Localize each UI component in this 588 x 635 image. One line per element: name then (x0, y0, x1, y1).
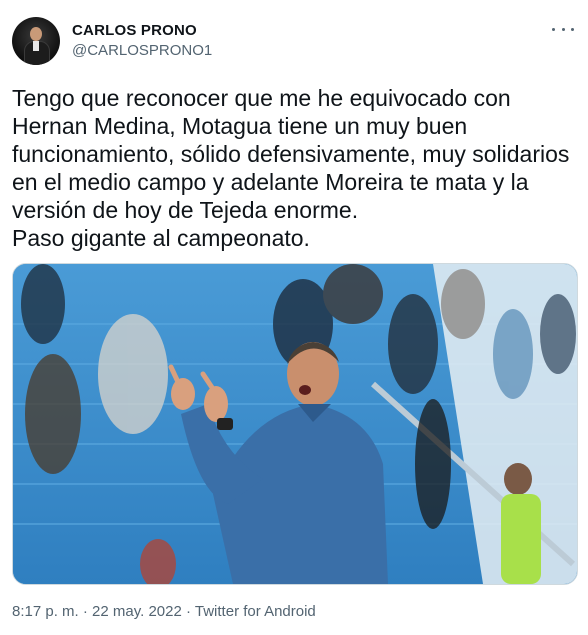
tweet-date[interactable]: 22 may. 2022 (92, 603, 182, 620)
avatar-figure-head (30, 27, 42, 41)
tweet-metadata: 8:17 p. m. · 22 may. 2022 · Twitter for … (12, 603, 316, 621)
avatar[interactable] (12, 17, 60, 65)
meta-separator: · (78, 603, 93, 620)
tweet-header: CARLOS PRONO @CARLOSPRONO1 (12, 17, 578, 67)
more-horizontal-icon[interactable] (552, 21, 574, 37)
tweet-text: Tengo que reconocer que me he equivocado… (12, 85, 570, 251)
tweet-time[interactable]: 8:17 p. m. (12, 603, 79, 620)
tweet-card: CARLOS PRONO @CARLOSPRONO1 Tengo que rec… (0, 0, 588, 635)
more-dot (561, 27, 565, 31)
tweet-photo[interactable] (12, 263, 578, 585)
meta-separator: · (181, 603, 195, 620)
display-name[interactable]: CARLOS PRONO (72, 22, 212, 40)
author-names[interactable]: CARLOS PRONO @CARLOSPRONO1 (72, 22, 212, 60)
username-handle[interactable]: @CARLOSPRONO1 (72, 42, 212, 60)
avatar-figure-shirt (33, 41, 39, 51)
more-dot (552, 27, 555, 31)
tweet-source[interactable]: Twitter for Android (195, 603, 316, 620)
more-dot (571, 27, 574, 31)
photo-illustration (13, 264, 577, 584)
